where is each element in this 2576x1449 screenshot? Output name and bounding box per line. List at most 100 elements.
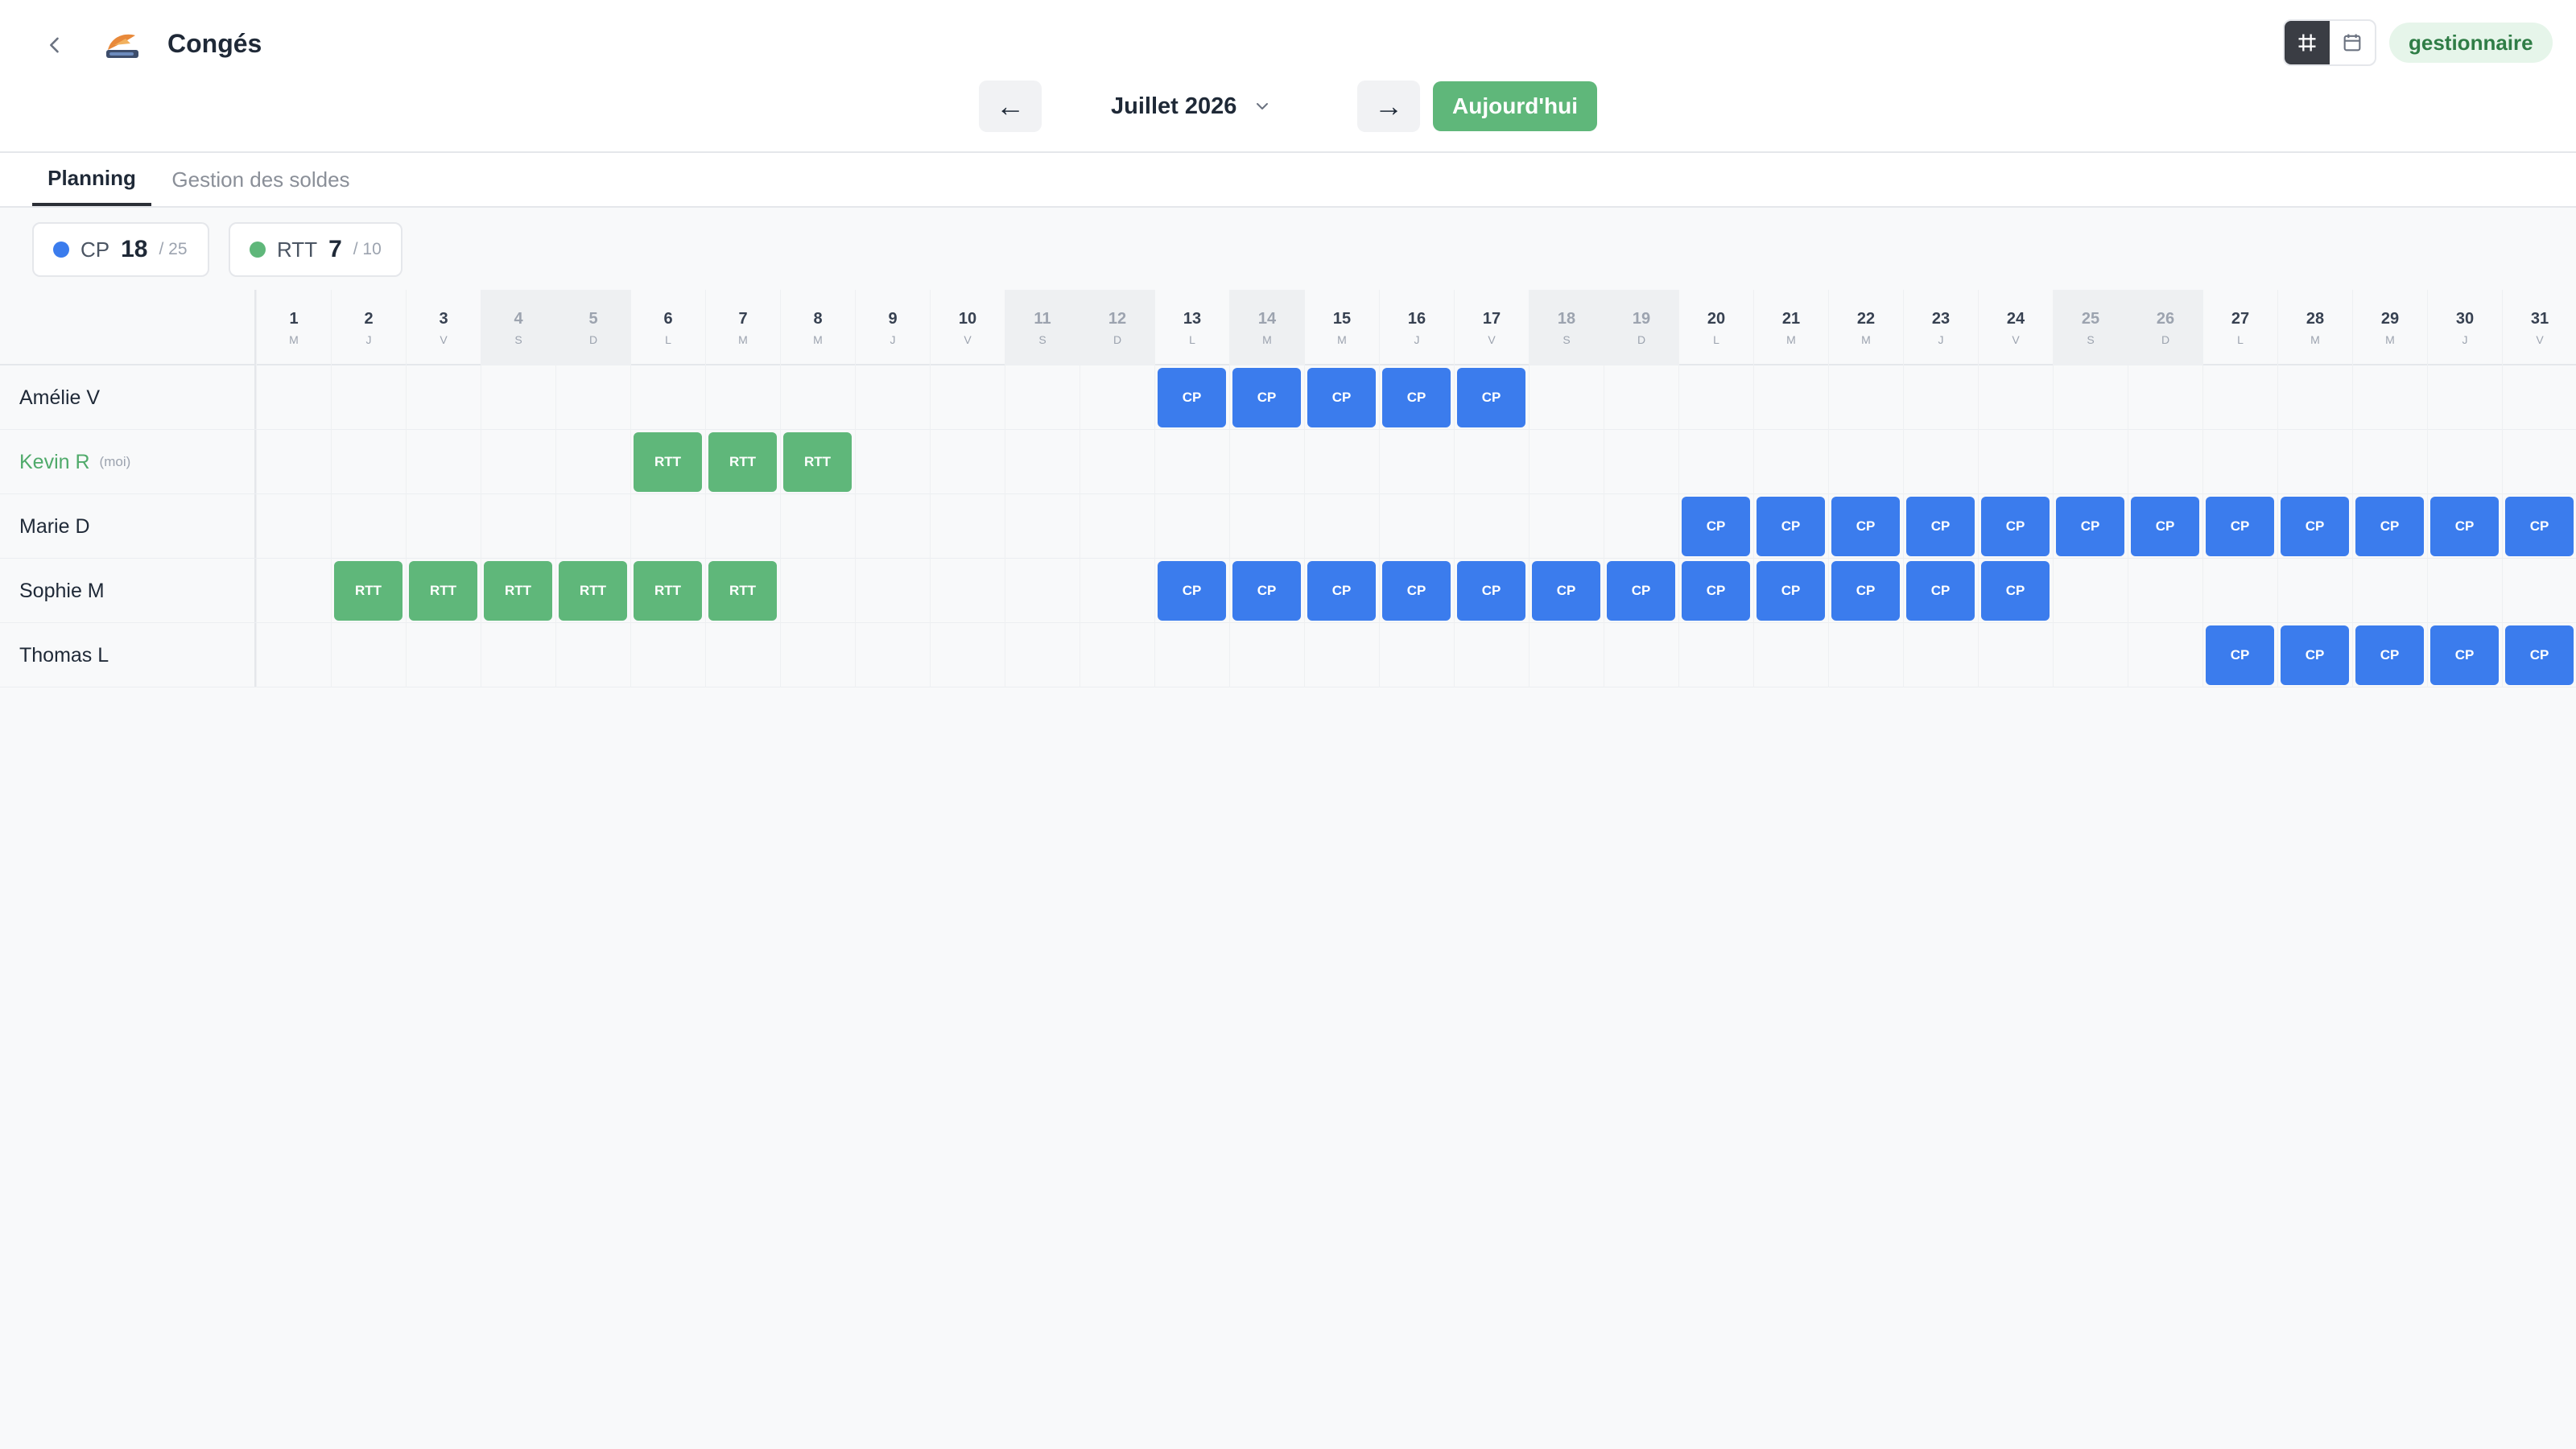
prev-month-button[interactable]: ←: [979, 80, 1042, 132]
leave-block-rtt[interactable]: RTT: [334, 561, 402, 621]
leave-block-cp[interactable]: CP: [1757, 497, 1825, 556]
day-header: 16 J: [1379, 290, 1454, 365]
leave-block-cp[interactable]: CP: [1906, 561, 1975, 621]
leave-block-cp[interactable]: CP: [2430, 497, 2499, 556]
grid-view-button[interactable]: [2285, 21, 2330, 64]
cell-divider: [2202, 365, 2203, 430]
leave-block-rtt[interactable]: RTT: [708, 432, 777, 492]
cp-dot: [53, 242, 69, 258]
day-number: 9: [888, 309, 898, 328]
leave-block-rtt[interactable]: RTT: [634, 561, 702, 621]
cell-divider: [256, 559, 257, 623]
day-number: 21: [1781, 309, 1801, 328]
cell-divider: [930, 365, 931, 430]
day-letter: L: [2237, 332, 2244, 346]
cell-divider: [1978, 365, 1979, 430]
balance-count: 7: [328, 236, 342, 262]
leave-block-cp[interactable]: CP: [1158, 561, 1226, 621]
leave-block-cp[interactable]: CP: [1232, 368, 1301, 427]
leave-block-cp[interactable]: CP: [1532, 561, 1600, 621]
leave-block-cp[interactable]: CP: [1757, 561, 1825, 621]
leave-block-cp[interactable]: CP: [2131, 497, 2199, 556]
leave-block-cp[interactable]: CP: [1682, 497, 1750, 556]
tab-gestion-soldes[interactable]: Gestion des soldes: [164, 153, 357, 206]
cell-divider: [780, 494, 781, 559]
leave-block-cp[interactable]: CP: [2355, 497, 2424, 556]
month-picker[interactable]: Juillet 2026: [1111, 80, 1272, 132]
day-number: 7: [738, 309, 748, 328]
cell-divider: [555, 365, 556, 430]
calendar-view-button[interactable]: [2330, 21, 2375, 64]
leave-block-cp[interactable]: CP: [1682, 561, 1750, 621]
leave-block-cp[interactable]: CP: [1307, 368, 1376, 427]
leave-block-cp[interactable]: CP: [1457, 368, 1525, 427]
day-letter: D: [2161, 332, 2170, 346]
leave-block-cp[interactable]: CP: [2206, 497, 2274, 556]
leave-block-cp[interactable]: CP: [1981, 561, 2050, 621]
day-letter: J: [1938, 332, 1944, 346]
leave-block-cp[interactable]: CP: [2281, 625, 2349, 685]
employee-row: Amélie V CP CP CP CP CP: [0, 365, 2576, 430]
today-button[interactable]: Aujourd'hui: [1433, 81, 1597, 131]
leave-block-cp[interactable]: CP: [2430, 625, 2499, 685]
day-header: 27 L: [2202, 290, 2277, 365]
leave-block-cp[interactable]: CP: [1906, 497, 1975, 556]
leave-block-cp[interactable]: CP: [1382, 561, 1451, 621]
day-letter: M: [289, 332, 299, 346]
leave-block-cp[interactable]: CP: [1307, 561, 1376, 621]
leave-block-rtt[interactable]: RTT: [634, 432, 702, 492]
cell-divider: [2202, 559, 2203, 623]
cell-divider: [930, 430, 931, 494]
leave-block-cp[interactable]: CP: [1981, 497, 2050, 556]
tab-planning[interactable]: Planning: [32, 153, 151, 206]
leave-block-cp[interactable]: CP: [1831, 561, 1900, 621]
leave-block-cp[interactable]: CP: [1232, 561, 1301, 621]
cell-divider: [406, 430, 407, 494]
day-letter: S: [1038, 332, 1046, 346]
cell-divider: [1828, 559, 1829, 623]
cell-divider: [1154, 623, 1155, 687]
leave-block-rtt[interactable]: RTT: [783, 432, 852, 492]
back-button[interactable]: [32, 23, 77, 68]
cell-divider: [2202, 430, 2203, 494]
cell-divider: [1978, 430, 1979, 494]
leave-block-cp[interactable]: CP: [1831, 497, 1900, 556]
cell-divider: [256, 430, 257, 494]
cell-divider: [1828, 430, 1829, 494]
leave-block-cp[interactable]: CP: [2505, 625, 2574, 685]
leave-block-rtt[interactable]: RTT: [409, 561, 477, 621]
day-letter: D: [1113, 332, 1122, 346]
cell-divider: [705, 559, 706, 623]
leave-block-cp[interactable]: CP: [2056, 497, 2124, 556]
employee-name-label: Amélie V: [19, 386, 101, 409]
cell-divider: [555, 430, 556, 494]
cell-divider: [1154, 559, 1155, 623]
leave-block-rtt[interactable]: RTT: [559, 561, 627, 621]
day-number: 14: [1257, 309, 1277, 328]
cell-divider: [256, 623, 257, 687]
day-letter: D: [588, 332, 598, 346]
leave-block-cp[interactable]: CP: [2206, 625, 2274, 685]
day-header: 12 D: [1080, 290, 1154, 365]
leave-block-cp[interactable]: CP: [1158, 368, 1226, 427]
leave-block-cp[interactable]: CP: [2505, 497, 2574, 556]
cell-divider: [1529, 623, 1530, 687]
cell-divider: [2053, 494, 2054, 559]
cell-divider: [1828, 365, 1829, 430]
leave-block-cp[interactable]: CP: [1607, 561, 1675, 621]
leave-block-cp[interactable]: CP: [2281, 497, 2349, 556]
leave-block-rtt[interactable]: RTT: [484, 561, 552, 621]
day-header: 11 S: [1005, 290, 1080, 365]
next-month-button[interactable]: →: [1357, 80, 1420, 132]
leave-block-rtt[interactable]: RTT: [708, 561, 777, 621]
cell-divider: [1678, 365, 1679, 430]
leave-block-cp[interactable]: CP: [1382, 368, 1451, 427]
leave-block-cp[interactable]: CP: [1457, 561, 1525, 621]
day-header: 13 L: [1154, 290, 1229, 365]
leave-block-cp[interactable]: CP: [2355, 625, 2424, 685]
cell-divider: [855, 365, 856, 430]
cell-divider: [331, 559, 332, 623]
day-letter: S: [1563, 332, 1571, 346]
day-header: 26 D: [2128, 290, 2202, 365]
day-number: 27: [2231, 309, 2250, 328]
